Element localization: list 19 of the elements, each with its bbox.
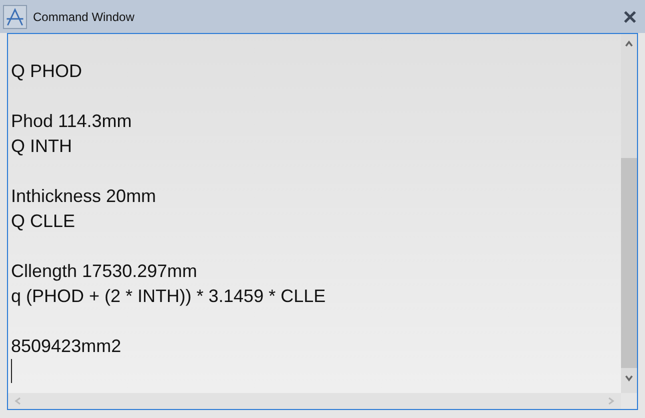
vertical-scrollbar[interactable] [621, 34, 637, 393]
output-line: Phod 114.3mm [11, 111, 132, 131]
scroll-down-icon[interactable] [624, 374, 634, 382]
output-line: Q PHOD [11, 61, 82, 81]
text-cursor [11, 359, 12, 383]
output-line: 8509423mm2 [11, 336, 122, 356]
scroll-up-icon[interactable] [624, 40, 634, 48]
app-logo-icon [3, 4, 27, 28]
output-area[interactable]: Q PHOD Phod 114.3mm Q INTH Inthickness 20mm Q CLLE Cllength 17530.297mm q (PHOD + (2 * INTH)) * 3.1459 * CLLE 8509423mm2 [8, 34, 621, 393]
output-line: Q INTH [11, 136, 72, 156]
output-line: Cllength 17530.297mm [11, 261, 198, 281]
scroll-left-icon[interactable] [14, 396, 22, 406]
output-line: q (PHOD + (2 * INTH)) * 3.1459 * CLLE [11, 286, 326, 306]
output-line: Inthickness 20mm [11, 186, 156, 206]
horizontal-scrollbar[interactable] [8, 393, 621, 409]
output-line: Q CLLE [11, 211, 76, 231]
window-title: Command Window [33, 8, 134, 26]
scroll-right-icon[interactable] [607, 396, 615, 406]
scrollbar-thumb[interactable] [621, 158, 637, 368]
